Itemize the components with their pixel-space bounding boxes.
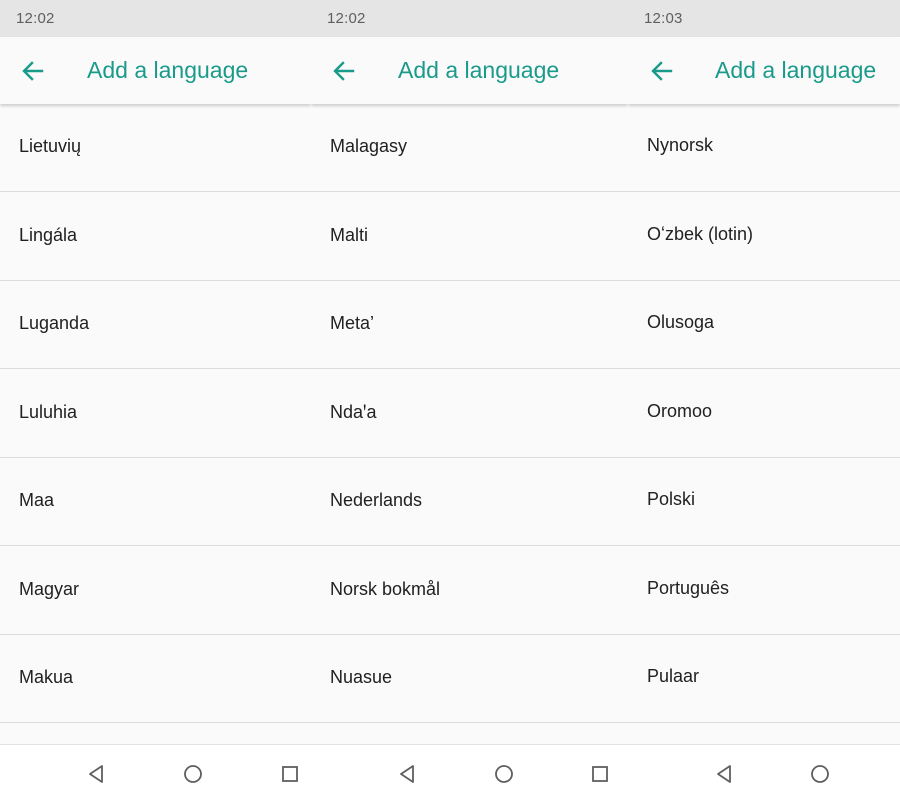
language-item[interactable]: Meta’ bbox=[311, 281, 628, 369]
language-item[interactable]: Makua bbox=[0, 635, 311, 723]
square-recents-icon bbox=[592, 766, 608, 782]
language-item[interactable]: Lietuvių bbox=[0, 104, 311, 192]
back-button[interactable] bbox=[329, 57, 359, 85]
status-bar: 12:03 bbox=[628, 0, 900, 37]
nav-home-button[interactable] bbox=[808, 762, 832, 786]
arrow-left-icon bbox=[22, 61, 44, 81]
language-item[interactable]: Malti bbox=[311, 193, 628, 281]
language-label: Oʻzbek (lotin) bbox=[647, 223, 754, 244]
circle-home-icon bbox=[495, 765, 513, 783]
language-item[interactable]: Ndaꞌa bbox=[311, 370, 628, 458]
language-item[interactable]: Nuasue bbox=[311, 635, 628, 723]
page-title: Add a language bbox=[715, 57, 877, 83]
navigation-bar bbox=[628, 744, 900, 801]
back-button[interactable] bbox=[647, 57, 677, 85]
language-item[interactable]: Nynorsk bbox=[628, 104, 900, 192]
nav-back-button[interactable] bbox=[713, 762, 737, 786]
language-label: Nynorsk bbox=[647, 135, 714, 155]
status-time: 12:02 bbox=[16, 10, 55, 27]
back-button[interactable] bbox=[18, 57, 48, 85]
nav-recents-button[interactable] bbox=[588, 762, 612, 786]
app-bar: Add a language bbox=[628, 37, 900, 104]
navigation-bar bbox=[0, 744, 311, 801]
status-bar: 12:02 bbox=[0, 0, 311, 37]
nav-back-button[interactable] bbox=[396, 762, 420, 786]
triangle-back-icon bbox=[89, 765, 103, 783]
triangle-back-icon bbox=[400, 765, 414, 783]
language-label: Polski bbox=[647, 489, 696, 509]
language-list[interactable]: Malagasy Malti Meta’ Ndaꞌa Nederlands No… bbox=[311, 104, 628, 744]
nav-home-button[interactable] bbox=[181, 762, 205, 786]
navigation-bar bbox=[311, 744, 628, 801]
language-label: Lietuvių bbox=[19, 136, 82, 156]
language-label: Lingála bbox=[19, 224, 78, 245]
language-label: Nuasue bbox=[330, 667, 393, 687]
language-label: Português bbox=[647, 577, 730, 598]
language-label: Pulaar bbox=[647, 666, 700, 686]
language-item[interactable]: Pulaar bbox=[628, 635, 900, 723]
language-item[interactable]: Maa bbox=[0, 458, 311, 546]
language-list[interactable]: Lietuvių Lingála Luganda Luluhia Maa Mag… bbox=[0, 104, 311, 744]
language-item[interactable]: Lingála bbox=[0, 193, 311, 281]
language-item[interactable]: Oʻzbek (lotin) bbox=[628, 193, 900, 281]
screen-panel: 12:02 Add a language Lietuvių Lingála Lu… bbox=[0, 0, 311, 801]
language-item[interactable]: Norsk bokmål bbox=[311, 547, 628, 635]
status-time: 12:02 bbox=[327, 10, 366, 27]
language-item[interactable]: Malagasy bbox=[311, 104, 628, 192]
status-bar: 12:02 bbox=[311, 0, 628, 37]
language-label: Luluhia bbox=[19, 401, 78, 422]
language-item[interactable]: Oromoo bbox=[628, 370, 900, 458]
app-bar: Add a language bbox=[311, 37, 628, 104]
page-title: Add a language bbox=[87, 57, 249, 83]
language-label: Nederlands bbox=[330, 490, 423, 510]
language-label: Maa bbox=[19, 490, 55, 510]
language-label: Malagasy bbox=[330, 136, 408, 156]
language-label: Ndaꞌa bbox=[330, 401, 377, 422]
status-time: 12:03 bbox=[644, 10, 683, 27]
language-item[interactable]: Polski bbox=[628, 458, 900, 546]
language-item[interactable]: Nederlands bbox=[311, 458, 628, 546]
language-list[interactable]: Nynorsk Oʻzbek (lotin) Olusoga Oromoo Po… bbox=[628, 104, 900, 744]
language-label: Magyar bbox=[19, 578, 80, 599]
language-item[interactable]: Magyar bbox=[0, 547, 311, 635]
language-item[interactable]: Olusoga bbox=[628, 281, 900, 369]
language-label: Oromoo bbox=[647, 400, 713, 421]
nav-recents-button[interactable] bbox=[278, 762, 302, 786]
square-recents-icon bbox=[282, 766, 298, 782]
triangle-back-icon bbox=[717, 765, 731, 783]
arrow-left-icon bbox=[651, 61, 673, 81]
language-label: Olusoga bbox=[647, 312, 715, 332]
screen-panel: 12:02 Add a language Malagasy Malti Meta… bbox=[311, 0, 628, 801]
page-title: Add a language bbox=[398, 57, 560, 83]
arrow-left-icon bbox=[333, 61, 355, 81]
circle-home-icon bbox=[811, 765, 829, 783]
language-item[interactable]: Português bbox=[628, 547, 900, 635]
screen-panel: 12:03 Add a language Nynorsk Oʻzbek (lot… bbox=[628, 0, 900, 801]
nav-home-button[interactable] bbox=[492, 762, 516, 786]
language-label: Meta’ bbox=[330, 313, 375, 333]
language-item[interactable]: Luganda bbox=[0, 281, 311, 369]
language-label: Makua bbox=[19, 667, 74, 687]
app-bar: Add a language bbox=[0, 37, 311, 104]
language-item[interactable]: Luluhia bbox=[0, 370, 311, 458]
language-label: Luganda bbox=[19, 313, 90, 333]
language-label: Malti bbox=[330, 224, 369, 245]
circle-home-icon bbox=[184, 765, 202, 783]
nav-back-button[interactable] bbox=[85, 762, 109, 786]
language-label: Norsk bokmål bbox=[330, 578, 441, 599]
